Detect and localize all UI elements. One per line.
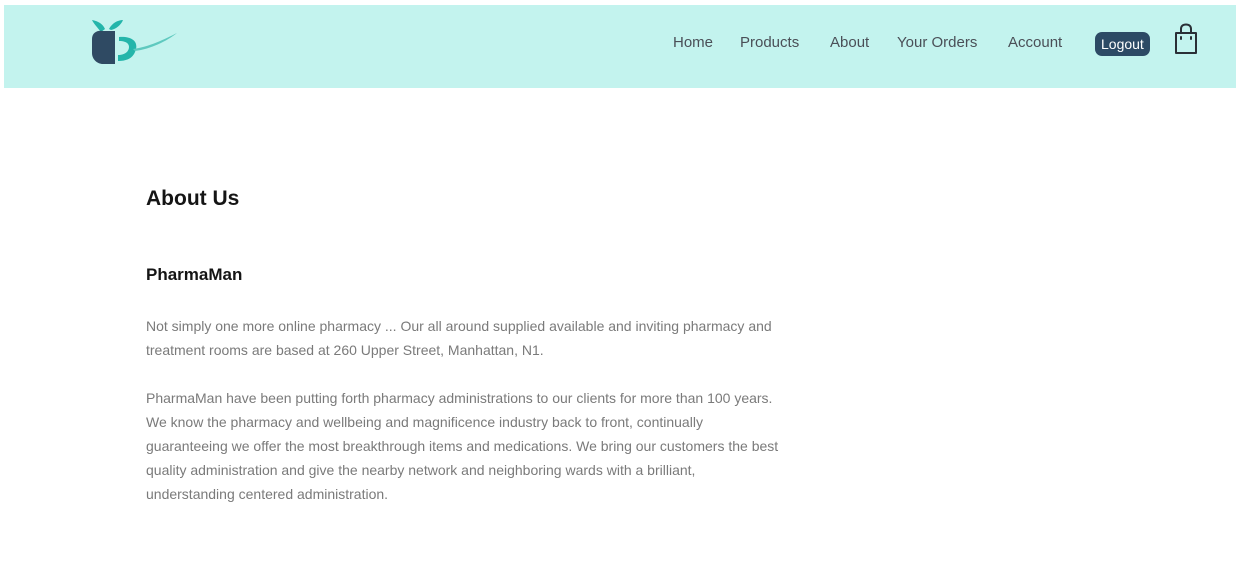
shopping-bag-icon[interactable]	[1174, 23, 1198, 55]
nav-link-products[interactable]: Products	[740, 34, 799, 51]
logout-button[interactable]: Logout	[1095, 32, 1150, 56]
about-paragraph-1: Not simply one more online pharmacy ... …	[146, 318, 772, 358]
logo-icon[interactable]	[89, 19, 181, 65]
about-content: About Us PharmaMan Not simply one more o…	[146, 185, 786, 506]
nav-link-about[interactable]: About	[830, 34, 869, 51]
nav-link-home[interactable]: Home	[673, 34, 713, 51]
nav-link-account[interactable]: Account	[1008, 34, 1062, 51]
about-paragraph-2: PharmaMan have been putting forth pharma…	[146, 390, 779, 502]
section-title: PharmaMan	[146, 265, 243, 284]
top-navbar: Home Products About Your Orders Account …	[4, 5, 1236, 88]
nav-link-your-orders[interactable]: Your Orders	[897, 34, 977, 51]
page-title: About Us	[146, 187, 240, 210]
